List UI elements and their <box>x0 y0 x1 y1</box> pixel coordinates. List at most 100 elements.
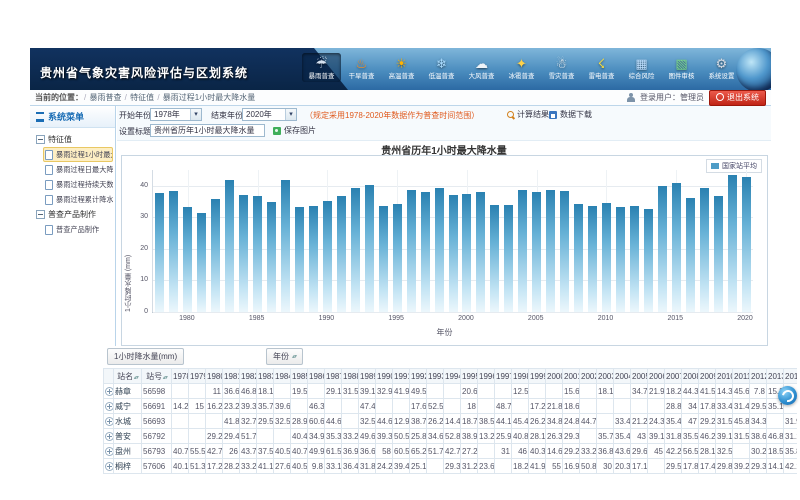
year-column-header[interactable]: 1995 <box>461 369 478 384</box>
expand-icon[interactable] <box>105 387 114 396</box>
sort-icons[interactable]: ▴▾ <box>162 375 167 381</box>
year-column-header[interactable]: 1988 <box>342 369 359 384</box>
toolbar-item-review[interactable]: ▧图件审核 <box>662 53 701 82</box>
year-column-header[interactable]: 1991 <box>393 369 410 384</box>
year-column-header[interactable]: 1986 <box>308 369 325 384</box>
station-name-cell[interactable]: 盘州 <box>114 444 142 459</box>
collapse-icon[interactable] <box>36 210 45 219</box>
value-cell <box>580 429 597 444</box>
year-column-header[interactable]: 1980 <box>206 369 223 384</box>
station-name-cell[interactable]: 桐梓 <box>114 459 142 474</box>
breadcrumb-item[interactable]: 暴雨普查 <box>89 93 121 102</box>
sort-icons: ▴▾ <box>292 353 296 360</box>
toolbar-item-hail[interactable]: ✦冰雹普查 <box>502 53 541 82</box>
toolbar-item-heat[interactable]: ☀高温普查 <box>382 53 421 82</box>
year-column-header[interactable]: 1987 <box>325 369 342 384</box>
year-column-header[interactable]: 2000 <box>546 369 563 384</box>
year-column-header[interactable]: 2007 <box>665 369 682 384</box>
expand-cell[interactable] <box>104 444 114 459</box>
year-column-header[interactable]: 1989 <box>359 369 376 384</box>
column-field-chip[interactable]: 年份 ▴▾ <box>266 348 303 365</box>
station-name-cell[interactable]: 水城 <box>114 414 142 429</box>
year-column-header[interactable]: 1984 <box>274 369 291 384</box>
toolbar-item-risk[interactable]: ▦综合风险 <box>622 53 661 82</box>
year-column-header[interactable]: 2005 <box>631 369 648 384</box>
year-column-header[interactable]: 2013 <box>767 369 784 384</box>
year-column-header[interactable]: 2006 <box>648 369 665 384</box>
expand-cell[interactable] <box>104 459 114 474</box>
year-column-header[interactable]: 2001 <box>563 369 580 384</box>
year-column-header[interactable]: 1981 <box>223 369 240 384</box>
toolbar-item-wind[interactable]: ☁大风普查 <box>462 53 501 82</box>
year-column-header[interactable]: 1985 <box>291 369 308 384</box>
expand-cell[interactable] <box>104 414 114 429</box>
year-column-header[interactable]: 1982 <box>240 369 257 384</box>
toolbar-item-settings[interactable]: ⚙系统设置 <box>702 53 741 82</box>
expand-icon[interactable] <box>105 402 114 411</box>
end-year-select[interactable]: 2020年 ▾ <box>242 108 297 121</box>
collapse-icon[interactable] <box>36 135 45 144</box>
sort-icons[interactable]: ▴▾ <box>133 375 138 381</box>
expand-cell[interactable] <box>104 429 114 444</box>
expand-cell[interactable] <box>104 399 114 414</box>
year-column-header[interactable]: 1998 <box>512 369 529 384</box>
toolbar-item-drought[interactable]: ♨干旱普查 <box>342 53 381 82</box>
expand-cell[interactable] <box>104 384 114 399</box>
expand-icon[interactable] <box>105 447 114 456</box>
year-column-header[interactable]: 1979 <box>189 369 206 384</box>
value-cell: 36.6 <box>359 444 376 459</box>
year-column-header[interactable]: 2003 <box>597 369 614 384</box>
toolbar-item-lightning[interactable]: ☇雷电普查 <box>582 53 621 82</box>
logout-button[interactable]: 退出系统 <box>709 90 766 106</box>
year-column-header[interactable]: 1983 <box>257 369 274 384</box>
sidebar-item[interactable]: 暴雨过程1小时最大降水量 <box>43 147 113 162</box>
station-name-cell[interactable]: 赫章 <box>114 384 142 399</box>
year-column-header[interactable]: 1994 <box>444 369 461 384</box>
year-column-header[interactable]: 2008 <box>682 369 699 384</box>
toolbar-item-cold[interactable]: ❄低温普查 <box>422 53 461 82</box>
year-column-header[interactable]: 2010 <box>716 369 733 384</box>
floating-contact-widget[interactable] <box>778 386 797 405</box>
year-column-header[interactable]: 2011 <box>733 369 750 384</box>
year-column-header[interactable]: 1990 <box>376 369 393 384</box>
bar-1992 <box>351 188 360 312</box>
download-data-button[interactable]: 数据下载 <box>549 109 592 120</box>
calculate-button[interactable]: 计算结果 <box>507 109 549 120</box>
expand-icon[interactable] <box>105 462 114 471</box>
year-column-header[interactable]: 2009 <box>699 369 716 384</box>
year-column-header[interactable]: 1996 <box>478 369 495 384</box>
tree-group[interactable]: 特征值 <box>32 132 113 147</box>
expand-icon[interactable] <box>105 417 114 426</box>
column-header-station-id[interactable]: 站号 ▴▾ <box>142 369 172 384</box>
sidebar-item[interactable]: 暴雨过程累计降水量 <box>43 192 113 207</box>
year-column-header[interactable]: 1993 <box>427 369 444 384</box>
save-image-button[interactable]: 保存图片 <box>273 125 316 136</box>
year-column-header[interactable]: 1999 <box>529 369 546 384</box>
year-column-header[interactable]: 1992 <box>410 369 427 384</box>
value-cell: 17.2 <box>206 459 223 474</box>
value-cell: 29.1 <box>325 384 342 399</box>
year-column-header[interactable]: 1997 <box>495 369 512 384</box>
sidebar-item[interactable]: 暴雨过程日最大降水量 <box>43 162 113 177</box>
data-field-chip[interactable]: 1小时降水量(mm) <box>107 348 184 365</box>
value-cell: 32.5 <box>359 414 376 429</box>
tree-group[interactable]: 普查产品制作 <box>32 207 113 222</box>
toolbar-item-rain[interactable]: ☔暴雨普查 <box>302 53 341 82</box>
year-column-header[interactable]: 1978 <box>172 369 189 384</box>
start-year-select[interactable]: 1978年 ▾ <box>150 108 202 121</box>
breadcrumb-item[interactable]: 特征值 <box>130 93 154 102</box>
year-column-header[interactable]: 2014 <box>784 369 798 384</box>
station-name-cell[interactable]: 威宁 <box>114 399 142 414</box>
expand-icon[interactable] <box>105 432 114 441</box>
chart-title-input[interactable] <box>150 124 265 137</box>
breadcrumb-item[interactable]: 暴雨过程1小时最大降水量 <box>163 93 255 102</box>
sidebar-item[interactable]: 暴雨过程持续天数 <box>43 177 113 192</box>
toolbar-item-snow[interactable]: ☃雪灾普查 <box>542 53 581 82</box>
year-column-header[interactable]: 2012 <box>750 369 767 384</box>
sidebar-item[interactable]: 普查产品制作 <box>43 222 113 237</box>
year-column-header[interactable]: 2004 <box>614 369 631 384</box>
column-header-station-name[interactable]: 站名 ▴▾ <box>114 369 142 384</box>
year-column-header[interactable]: 2002 <box>580 369 597 384</box>
station-name-cell[interactable]: 普安 <box>114 429 142 444</box>
value-cell: 29.3 <box>563 429 580 444</box>
